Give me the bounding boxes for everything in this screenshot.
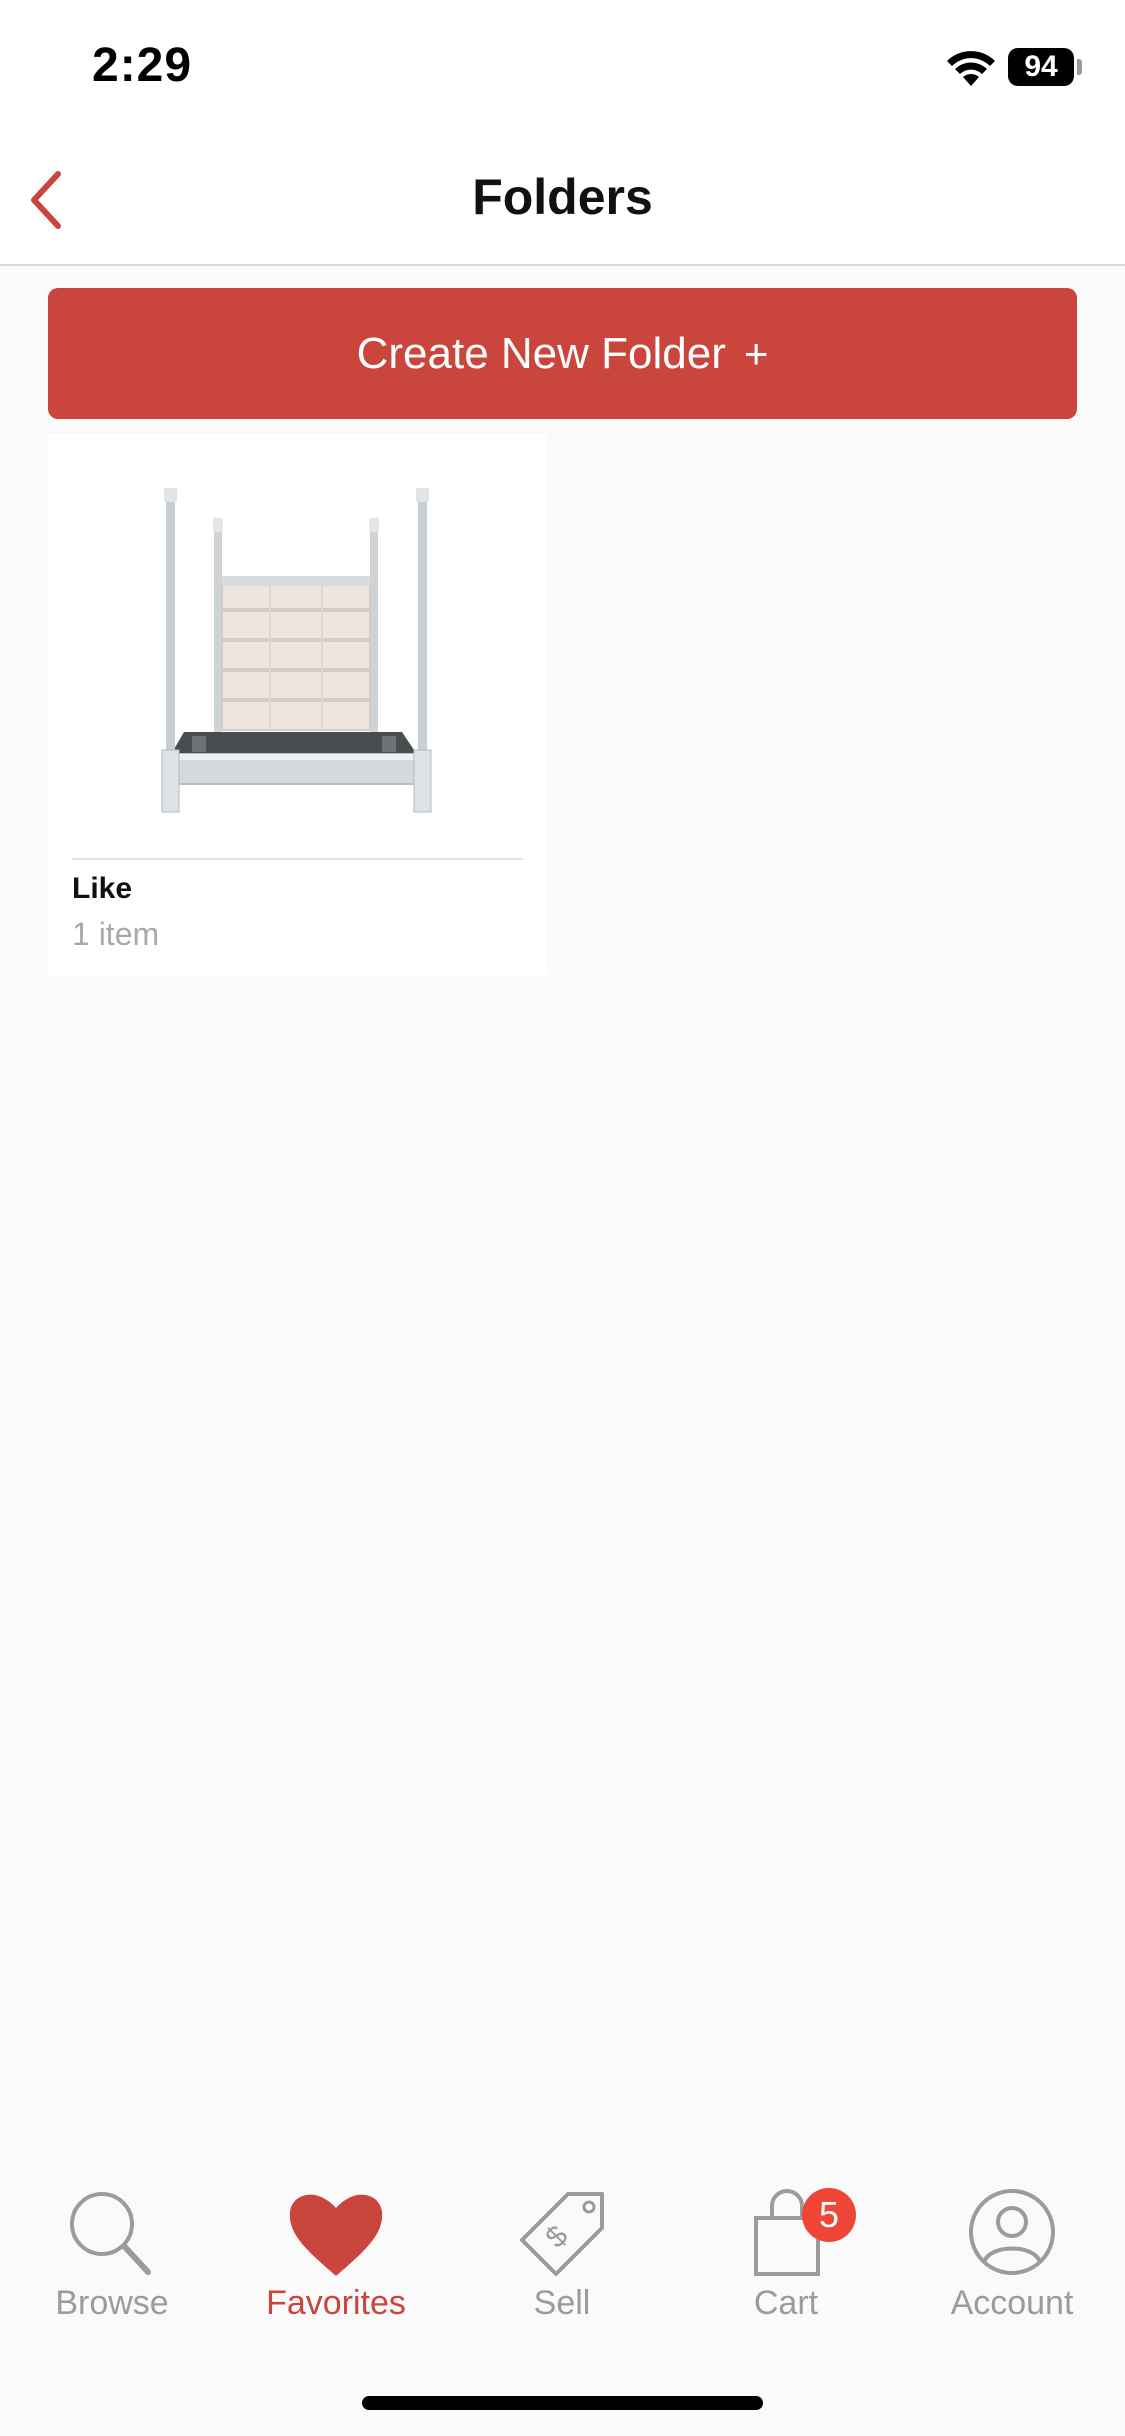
user-icon	[969, 2189, 1055, 2275]
tab-sell-label: Sell	[533, 2284, 591, 2322]
tab-cart[interactable]: 5 Cart	[686, 2188, 886, 2338]
cart-badge: 5	[802, 2188, 856, 2242]
wifi-icon	[947, 51, 995, 86]
search-icon	[70, 2192, 151, 2275]
status-bar: 2:29 94	[0, 0, 1125, 140]
page-title: Folders	[472, 169, 653, 225]
folder-card[interactable]: Like 1 item	[48, 434, 547, 975]
plus-icon: +	[743, 330, 769, 377]
price-tag-icon: $	[520, 2192, 604, 2276]
battery-tip	[1077, 59, 1082, 75]
home-indicator[interactable]	[362, 2396, 763, 2410]
tab-favorites[interactable]: Favorites	[236, 2188, 436, 2338]
tab-sell[interactable]: $ Sell	[462, 2188, 662, 2338]
tab-account-label: Account	[950, 2284, 1074, 2322]
four-poster-bed-image	[161, 488, 432, 813]
tab-browse[interactable]: Browse	[12, 2188, 212, 2338]
folder-item-count: 1 item	[72, 916, 160, 952]
heart-icon	[289, 2194, 383, 2276]
folder-divider	[72, 858, 523, 860]
battery-icon: 94	[1008, 48, 1074, 86]
folder-name: Like	[72, 872, 133, 905]
create-folder-label: Create New Folder	[356, 329, 726, 378]
create-new-folder-button[interactable]: Create New Folder +	[48, 288, 1077, 419]
tab-cart-label: Cart	[753, 2284, 819, 2322]
svg-text:$: $	[539, 2219, 574, 2254]
tab-favorites-label: Favorites	[266, 2284, 406, 2322]
nav-bar: Folders	[0, 140, 1125, 266]
tab-account[interactable]: Account	[912, 2188, 1112, 2338]
tab-browse-label: Browse	[55, 2284, 169, 2322]
status-time: 2:29	[92, 39, 193, 92]
